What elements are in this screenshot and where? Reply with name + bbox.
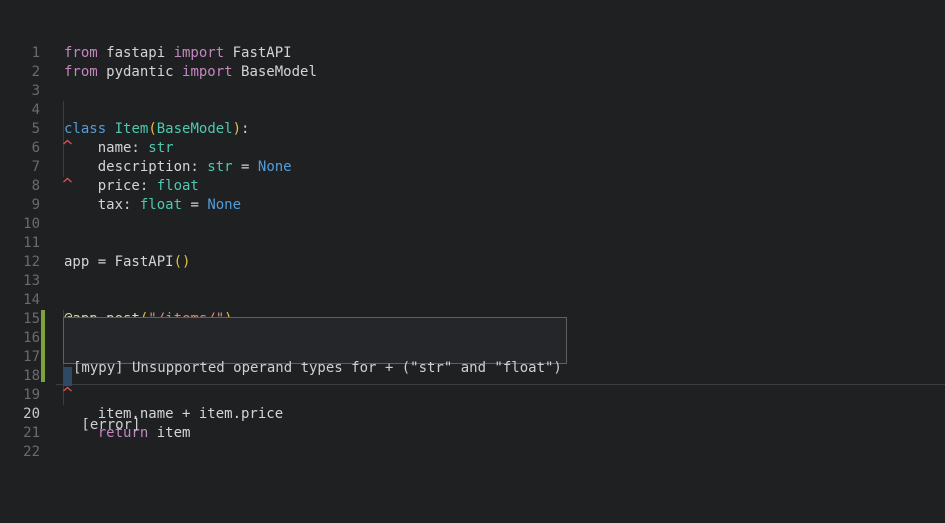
code-line[interactable]: 9 tax: float = None xyxy=(0,196,945,215)
code-text xyxy=(40,291,945,310)
code-line[interactable]: 12app = FastAPI() xyxy=(0,253,945,272)
code-line[interactable]: 13 xyxy=(0,272,945,291)
code-text xyxy=(40,272,945,291)
code-line[interactable]: 6 name: str xyxy=(0,139,945,158)
code-editor: 1from fastapi import FastAPI2from pydant… xyxy=(0,0,945,523)
line-number: 7 xyxy=(0,158,40,177)
diagnostic-squiggle-icon xyxy=(63,132,73,138)
code-line[interactable]: 1from fastapi import FastAPI xyxy=(0,44,945,63)
line-number: 11 xyxy=(0,234,40,253)
code-line[interactable]: 8 price: float xyxy=(0,177,945,196)
code-line[interactable]: 10 xyxy=(0,215,945,234)
line-number: 15 xyxy=(0,310,40,329)
diagnostic-severity: [error] xyxy=(73,416,566,435)
line-number: 3 xyxy=(0,82,40,101)
diagnostic-squiggle-icon xyxy=(63,379,73,385)
code-text xyxy=(40,215,945,234)
code-line[interactable]: 3 xyxy=(0,82,945,101)
line-number: 13 xyxy=(0,272,40,291)
code-text: app = FastAPI() xyxy=(40,253,945,272)
code-text: description: str = None xyxy=(40,158,945,177)
line-number: 10 xyxy=(0,215,40,234)
line-number: 8 xyxy=(0,177,40,196)
code-text: price: float xyxy=(40,177,945,196)
code-line[interactable]: 2from pydantic import BaseModel xyxy=(0,63,945,82)
line-number: 17 xyxy=(0,348,40,367)
line-number: 22 xyxy=(0,443,40,462)
code-line[interactable]: 7 description: str = None xyxy=(0,158,945,177)
line-number: 1 xyxy=(0,44,40,63)
line-number: 6 xyxy=(0,139,40,158)
line-number: 18 xyxy=(0,367,40,386)
diagnostic-squiggle-icon xyxy=(63,170,73,176)
code-text: from fastapi import FastAPI xyxy=(40,44,945,63)
line-number: 4 xyxy=(0,101,40,120)
code-line[interactable]: 5class Item(BaseModel): xyxy=(0,120,945,139)
line-number: 12 xyxy=(0,253,40,272)
line-number: 16 xyxy=(0,329,40,348)
code-line[interactable]: 11 xyxy=(0,234,945,253)
code-text xyxy=(40,234,945,253)
line-number: 9 xyxy=(0,196,40,215)
line-number: 21 xyxy=(0,424,40,443)
code-text: class Item(BaseModel): xyxy=(40,120,945,139)
diagnostic-message: [mypy] Unsupported operand types for + (… xyxy=(73,359,566,378)
line-number: 20 xyxy=(0,405,40,424)
code-text xyxy=(40,101,945,120)
git-added-indicator xyxy=(41,310,45,382)
line-number: 5 xyxy=(0,120,40,139)
diagnostic-tooltip: [mypy] Unsupported operand types for + (… xyxy=(63,317,567,364)
code-line[interactable]: 14 xyxy=(0,291,945,310)
code-text xyxy=(40,82,945,101)
line-number: 14 xyxy=(0,291,40,310)
code-text: from pydantic import BaseModel xyxy=(40,63,945,82)
line-number: 19 xyxy=(0,386,40,405)
code-text: tax: float = None xyxy=(40,196,945,215)
code-line[interactable]: 4 xyxy=(0,101,945,120)
code-text: name: str xyxy=(40,139,945,158)
line-number: 2 xyxy=(0,63,40,82)
